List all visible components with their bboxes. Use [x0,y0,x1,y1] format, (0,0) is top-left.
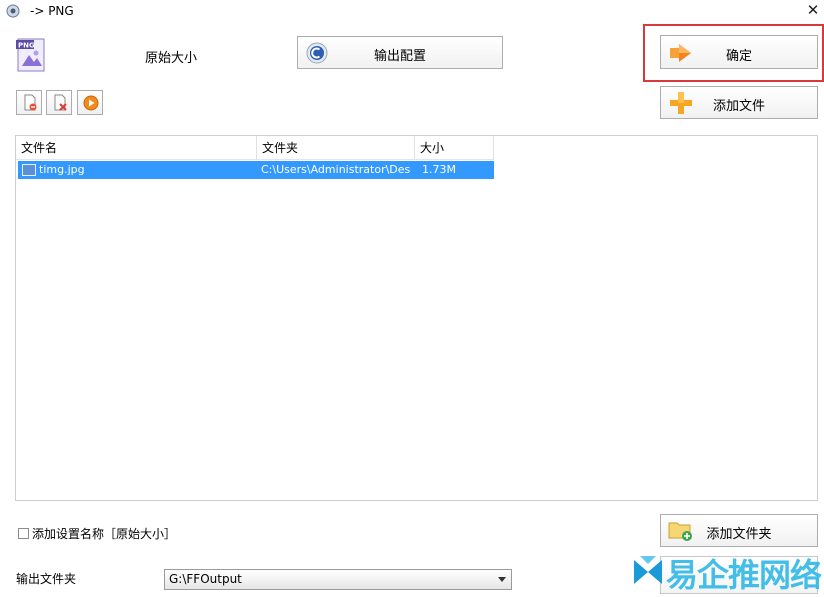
clear-list-button[interactable] [46,90,72,115]
add-file-label: 添加文件 [712,99,765,114]
file-name-cell: timg.jpg [39,163,85,176]
add-setting-name-option[interactable]: 添加设置名称［原始大小］ [18,525,176,542]
ok-label: 确定 [725,49,752,64]
add-folder-label: 添加文件夹 [706,527,772,542]
remove-file-button[interactable] [16,90,42,115]
file-remove-icon [24,94,37,111]
output-folder-select[interactable]: G:\FFOutput [164,569,512,590]
output-config-button[interactable]: 输出配置 [297,36,503,69]
file-list[interactable]: 文件名 文件夹 大小 timg.jpg C:\Users\Administrat… [15,135,818,501]
file-delete-icon [54,94,67,111]
watermark-text: 易企推网络 [666,556,822,594]
column-header-filename[interactable]: 文件名 [16,136,257,160]
output-size-label: 原始大小 [145,51,198,66]
play-icon [83,95,99,111]
window-title: -> PNG [30,4,74,18]
column-header-size[interactable]: 大小 [415,136,494,160]
ok-button[interactable]: 确定 [660,35,818,69]
image-file-icon [22,164,36,176]
output-folder-value: G:\FFOutput [169,572,242,586]
output-folder-label: 输出文件夹 [16,572,77,586]
file-folder-cell: C:\Users\Administrator\Des... [261,163,411,176]
column-header-folder[interactable]: 文件夹 [257,136,415,160]
watermark: 易企推网络 [632,548,824,597]
add-folder-button[interactable]: 添加文件夹 [660,514,818,547]
svg-text:PNG: PNG [18,42,35,50]
close-icon[interactable]: ✕ [805,2,821,18]
add-setting-name-checkbox[interactable] [18,528,29,539]
file-size-cell: 1.73M [422,163,456,176]
play-button[interactable] [77,90,103,115]
add-setting-name-label: 添加设置名称［原始大小］ [32,527,177,541]
add-file-button[interactable]: 添加文件 [660,86,818,119]
app-icon [6,4,20,18]
watermark-logo-icon [634,556,662,584]
output-config-label: 输出配置 [373,49,426,64]
table-row[interactable]: timg.jpg C:\Users\Administrator\Des... 1… [18,161,494,179]
chevron-down-icon [498,577,506,582]
png-format-icon: PNG [16,38,45,72]
